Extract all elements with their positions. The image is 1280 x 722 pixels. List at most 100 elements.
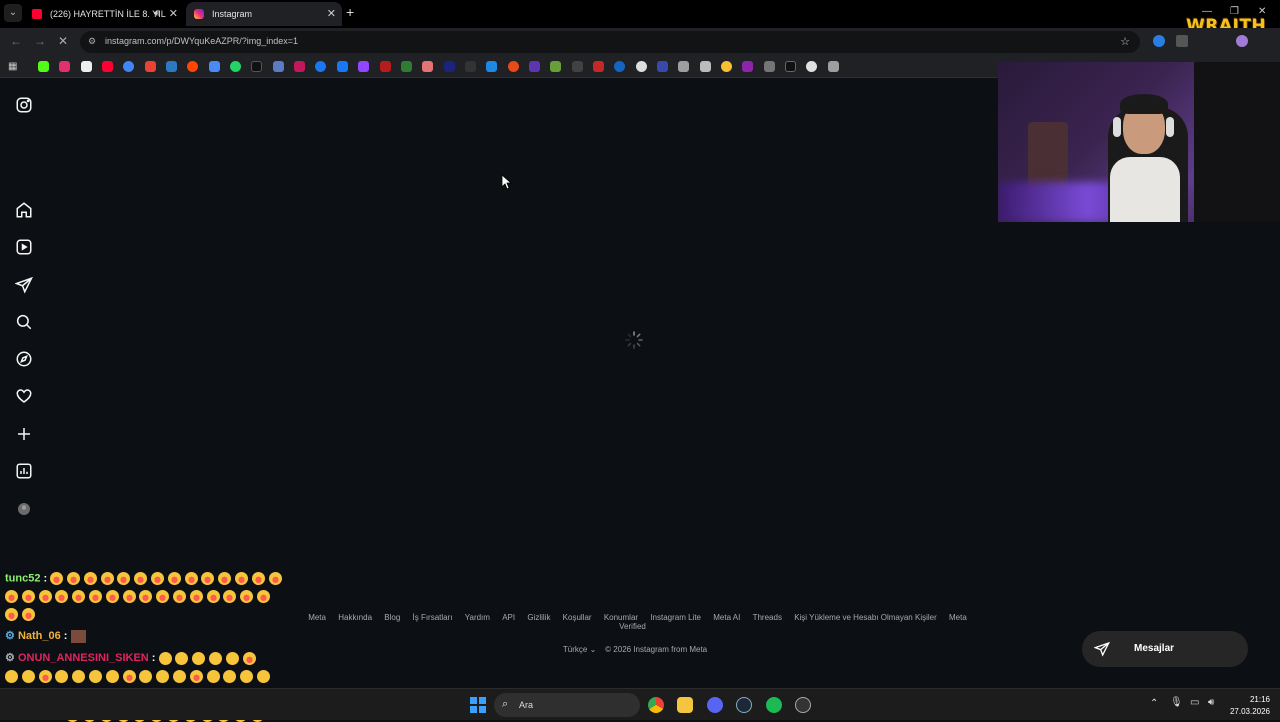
chrome-icon[interactable] (648, 697, 664, 713)
bookmark-star-icon[interactable]: ☆ (1120, 35, 1130, 48)
instagram-icon[interactable] (59, 61, 70, 72)
bookmark-icon[interactable] (444, 61, 455, 72)
google-icon[interactable] (123, 61, 134, 72)
bookmark-icon[interactable] (273, 61, 284, 72)
profile-avatar[interactable] (1236, 35, 1248, 47)
app-icon[interactable] (795, 697, 811, 713)
create-plus-icon[interactable] (15, 425, 33, 443)
bookmark-icon[interactable] (593, 61, 604, 72)
footer-link[interactable]: Blog (384, 613, 400, 622)
bookmark-icon[interactable] (657, 61, 668, 72)
bookmark-icon[interactable] (678, 61, 689, 72)
explore-icon[interactable] (15, 350, 33, 368)
tab-youtube[interactable]: (226) HAYRETTİN İLE 8. YIL ✕ 🔊︎ (24, 2, 182, 26)
footer-link[interactable]: Meta (308, 613, 326, 622)
bookmark-icon[interactable] (380, 61, 391, 72)
taskbar-clock[interactable]: 21:16 27.03.2026 (1224, 694, 1270, 718)
chat-username: Nath_06 (17, 630, 61, 642)
address-bar[interactable]: ⚙︎ instagram.com/p/DWYquKeAZPR/?img_inde… (80, 31, 1140, 53)
bookmark-icon[interactable] (614, 61, 625, 72)
chevron-up-icon[interactable]: ⌃ (1150, 698, 1158, 709)
chat-username: tunc52 (5, 572, 41, 585)
new-tab-button[interactable]: + (346, 4, 354, 20)
speaker-icon[interactable]: 🔊︎ (154, 2, 160, 26)
bookmark-icon[interactable] (251, 61, 262, 72)
footer-link[interactable]: Konumlar (604, 613, 638, 622)
dashboard-icon[interactable] (15, 462, 33, 480)
footer-link[interactable]: İş Fırsatları (413, 613, 453, 622)
footer-link[interactable]: Threads (753, 613, 782, 622)
language-selector[interactable]: Türkçe ⌄ (563, 645, 596, 654)
display-icon[interactable]: ▭ (1190, 697, 1199, 708)
twitch-icon[interactable] (358, 61, 369, 72)
file-explorer-icon[interactable] (677, 697, 693, 713)
facebook-icon[interactable] (337, 61, 348, 72)
footer-link[interactable]: Koşullar (563, 613, 592, 622)
tab-strip: ⌄ (226) HAYRETTİN İLE 8. YIL ✕ 🔊︎ Instag… (0, 0, 1280, 28)
steam-icon[interactable] (736, 697, 752, 713)
bookmark-icon[interactable] (764, 61, 775, 72)
discord-icon[interactable] (707, 697, 723, 713)
whatsapp-icon[interactable] (230, 61, 241, 72)
footer-link[interactable]: Yardım (465, 613, 490, 622)
windows-start-icon[interactable] (470, 697, 486, 713)
search-icon[interactable] (15, 313, 33, 331)
microphone-icon[interactable]: 🎙︎ (1170, 697, 1183, 708)
site-info-icon[interactable]: ⚙︎ (88, 36, 96, 47)
extensions-puzzle-icon[interactable] (1176, 35, 1188, 47)
spotify-icon[interactable] (766, 697, 782, 713)
badge-icon: ⚙︎ (5, 652, 15, 664)
bookmark-icon[interactable] (742, 61, 753, 72)
bookmark-icon[interactable] (806, 61, 817, 72)
bookmark-icon[interactable] (572, 61, 583, 72)
translate-icon[interactable] (209, 61, 220, 72)
bookmark-icon[interactable] (636, 61, 647, 72)
volume-icon[interactable]: 🔊︎ (1208, 697, 1214, 708)
bookmark-icon[interactable] (486, 61, 497, 72)
gmail-icon[interactable] (145, 61, 156, 72)
bookmark-icon[interactable] (529, 61, 540, 72)
chat-emoji-row (5, 670, 274, 683)
bookmark-icon[interactable] (785, 61, 796, 72)
extension-icon[interactable] (1153, 35, 1165, 47)
bookmark-icon[interactable] (166, 61, 177, 72)
instagram-logo-icon[interactable] (15, 96, 33, 114)
bookmark-icon[interactable] (508, 61, 519, 72)
forward-icon[interactable]: → (34, 34, 46, 48)
stop-loading-icon[interactable]: ✕ (58, 34, 68, 48)
kick-icon[interactable] (38, 61, 49, 72)
bookmark-icon[interactable] (465, 61, 476, 72)
bookmark-icon[interactable] (700, 61, 711, 72)
close-tab-icon[interactable]: ✕ (327, 2, 336, 26)
bookmark-icon[interactable] (401, 61, 412, 72)
messages-icon[interactable] (14, 276, 33, 294)
x-icon[interactable] (81, 61, 92, 72)
notifications-heart-icon[interactable] (15, 387, 33, 405)
bookmark-icon[interactable] (828, 61, 839, 72)
tab-instagram[interactable]: Instagram ✕ (186, 2, 342, 26)
footer-link[interactable]: API (502, 613, 515, 622)
bookmark-icon[interactable] (721, 61, 732, 72)
footer-link[interactable]: Hakkında (338, 613, 372, 622)
footer-link[interactable]: Kişi Yükleme ve Hesabı Olmayan Kişiler (794, 613, 937, 622)
messages-button[interactable]: Mesajlar (1082, 631, 1248, 667)
reels-icon[interactable] (15, 238, 33, 256)
home-icon[interactable] (15, 201, 33, 219)
bookmark-icon[interactable] (294, 61, 305, 72)
youtube-icon[interactable] (102, 61, 113, 72)
footer-link[interactable]: Instagram Lite (650, 613, 701, 622)
footer-link[interactable]: Meta AI (713, 613, 740, 622)
back-icon[interactable]: ← (10, 34, 22, 48)
reddit-icon[interactable] (187, 61, 198, 72)
footer-link[interactable]: Gizlilik (527, 613, 550, 622)
navigation-bar: ← → ✕ ⚙︎ instagram.com/p/DWYquKeAZPR/?im… (0, 28, 1280, 56)
tab-title: (226) HAYRETTİN İLE 8. YIL (50, 9, 166, 19)
bookmark-icon[interactable] (422, 61, 433, 72)
taskbar-search[interactable]: ⌕ Ara (494, 693, 640, 717)
apps-grid-icon[interactable]: ▦ (8, 61, 19, 72)
tab-search-button[interactable]: ⌄ (4, 4, 22, 22)
bookmark-icon[interactable] (315, 61, 326, 72)
profile-avatar[interactable] (15, 500, 33, 518)
close-tab-icon[interactable]: ✕ (169, 2, 178, 26)
bookmark-icon[interactable] (550, 61, 561, 72)
